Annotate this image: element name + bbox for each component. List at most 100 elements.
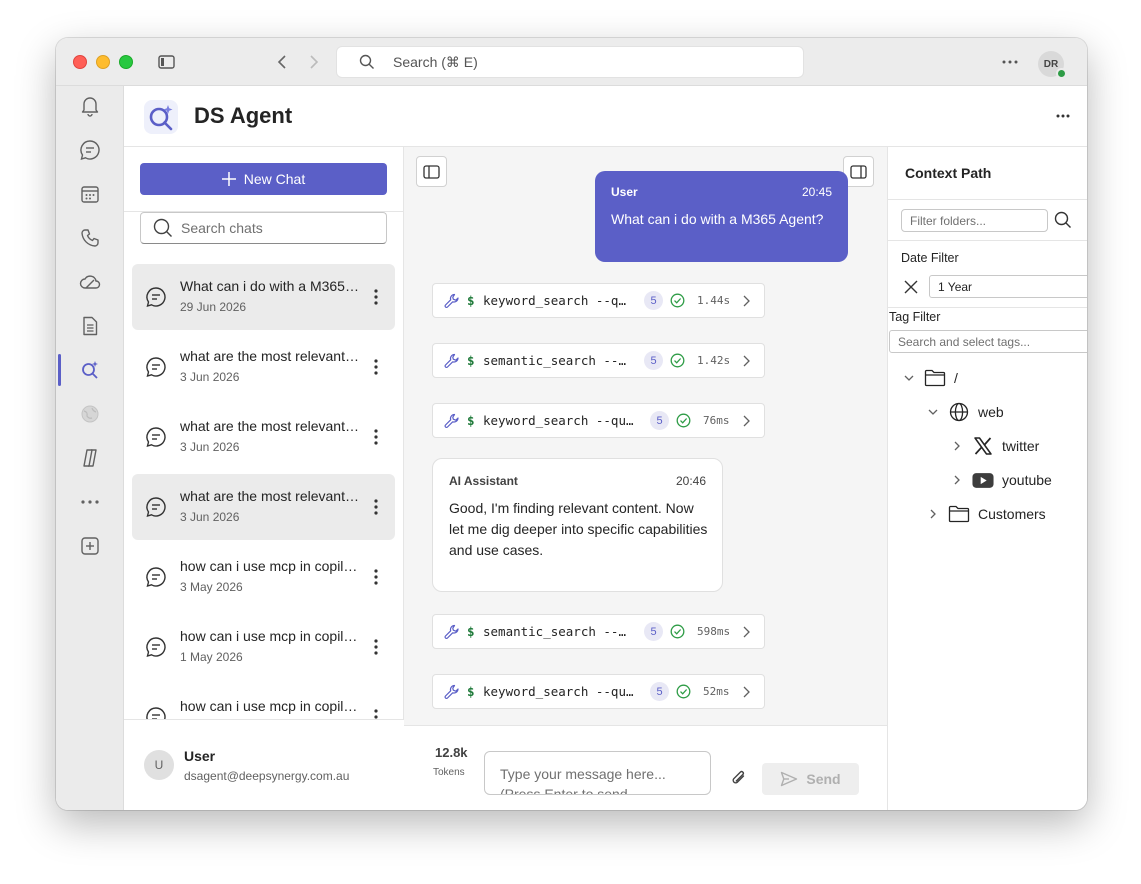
avatar-initials: DR — [1043, 58, 1059, 70]
activity-bell-icon[interactable] — [56, 86, 124, 126]
cloud-icon[interactable] — [56, 262, 124, 302]
tool-call-row[interactable]: $ keyword_search --query 5 1.44s — [432, 283, 765, 318]
chat-more-icon[interactable] — [373, 568, 379, 586]
paperclip-icon[interactable] — [729, 768, 749, 788]
tree-node-youtube[interactable]: youtube — [950, 466, 1052, 494]
user-message-bubble: User 20:45 What can i do with a M365 Age… — [595, 171, 848, 262]
divider — [888, 307, 1087, 308]
date-filter-select[interactable]: 1 Year — [929, 275, 1087, 298]
tree-node-root[interactable]: / — [902, 364, 958, 392]
chat-more-icon[interactable] — [373, 288, 379, 306]
tag-filter-label: Tag Filter — [889, 310, 941, 324]
chat-title: what are the most relevant features? — [180, 348, 362, 364]
result-count-badge: 5 — [644, 291, 663, 310]
send-button[interactable]: Send — [762, 763, 859, 795]
message-sender: AI Assistant — [449, 474, 518, 488]
check-circle-icon — [676, 684, 691, 699]
ds-agent-app-icon[interactable] — [56, 350, 124, 390]
profile-avatar[interactable]: DR — [1038, 51, 1067, 79]
app-rail — [56, 86, 124, 810]
global-search-bar[interactable]: Search (⌘ E) — [336, 46, 804, 78]
global-search-placeholder: Search (⌘ E) — [393, 53, 478, 70]
tool-call-row[interactable]: $ keyword_search --query 5 76ms — [432, 403, 765, 438]
token-label: Tokens — [433, 767, 465, 778]
toggle-chat-list-button[interactable] — [416, 156, 447, 187]
tag-filter-input[interactable]: Search and select tags... — [889, 330, 1087, 353]
tree-node-label: youtube — [1002, 472, 1052, 488]
tree-node-twitter[interactable]: twitter — [950, 432, 1039, 460]
header-more-icon[interactable] — [1053, 106, 1073, 126]
calendar-icon[interactable] — [56, 174, 124, 214]
more-options-icon[interactable] — [1000, 52, 1020, 72]
folder-icon — [924, 367, 946, 389]
clear-date-filter-icon[interactable] — [904, 280, 918, 294]
chat-list-item[interactable]: what are the most relevant features? 3 J… — [132, 404, 395, 470]
message-text: What can i do with a M365 Agent? — [611, 211, 824, 227]
chat-icon[interactable] — [56, 130, 124, 170]
chevron-down-icon[interactable] — [902, 371, 916, 385]
globe-icon — [948, 401, 970, 423]
assistant-message-bubble: AI Assistant 20:46 Good, I'm finding rel… — [432, 458, 723, 592]
chat-date: 1 May 2026 — [180, 650, 243, 664]
document-icon[interactable] — [56, 306, 124, 346]
chat-list-item[interactable]: what are the most relevant features? 3 J… — [132, 334, 395, 400]
chat-more-icon[interactable] — [373, 638, 379, 656]
chevron-down-icon[interactable] — [926, 405, 940, 419]
close-window-button[interactable] — [73, 55, 87, 69]
add-app-icon[interactable] — [56, 526, 124, 566]
new-chat-label: New Chat — [243, 171, 306, 187]
chat-list-item[interactable]: what are the most relevant features? 3 J… — [132, 474, 395, 540]
presence-available-icon — [1056, 68, 1067, 79]
app-window: Search (⌘ E) DR DS Agent New Chat Search… — [56, 38, 1087, 810]
tool-call-row[interactable]: $ semantic_search --query 5 1.42s — [432, 343, 765, 378]
chat-more-icon[interactable] — [373, 428, 379, 446]
user-profile-footer[interactable]: U User dsagent@deepsynergy.com.au — [124, 719, 404, 810]
chat-title: what are the most relevant features? — [180, 418, 362, 434]
tree-node-customers[interactable]: Customers — [926, 500, 1046, 528]
sidebar-left-icon — [423, 164, 440, 179]
tool-call-row[interactable]: $ keyword_search --query 5 52ms — [432, 674, 765, 709]
more-apps-icon[interactable] — [56, 482, 124, 522]
chat-list-item[interactable]: how can i use mcp in copilot? 3 May 2026 — [132, 544, 395, 610]
chat-list-item[interactable]: how can i use mcp in copilot? 1 May 2026 — [132, 614, 395, 680]
copilot-icon[interactable] — [56, 438, 124, 478]
new-chat-button[interactable]: New Chat — [140, 163, 387, 195]
search-chats-input[interactable]: Search chats — [140, 212, 387, 244]
zoom-window-button[interactable] — [119, 55, 133, 69]
chat-date: 3 Jun 2026 — [180, 510, 240, 524]
message-input[interactable]: Type your message here... (Press Enter t… — [484, 751, 711, 795]
chevron-right-icon[interactable] — [926, 507, 940, 521]
chat-list-item[interactable]: What can i do with a M365 Agent? 29 Jun … — [132, 264, 395, 330]
minimize-window-button[interactable] — [96, 55, 110, 69]
chat-list: What can i do with a M365 Agent? 29 Jun … — [124, 259, 404, 719]
chevron-right-icon — [740, 294, 752, 308]
chat-more-icon[interactable] — [373, 708, 379, 719]
tool-duration: 76ms — [703, 414, 730, 427]
title-bar: Search (⌘ E) DR — [56, 38, 1087, 86]
sidebar-toggle-icon[interactable] — [156, 52, 176, 72]
search-icon — [359, 54, 393, 70]
folder-icon — [948, 503, 970, 525]
tool-command: semantic_search --query — [483, 624, 633, 639]
tool-duration: 1.44s — [697, 294, 731, 307]
back-arrow-icon[interactable] — [272, 52, 292, 72]
chat-title: how can i use mcp in copilot? — [180, 698, 362, 714]
chevron-right-icon[interactable] — [950, 473, 964, 487]
filter-folders-input[interactable]: Filter folders... — [901, 209, 1048, 232]
tool-call-row[interactable]: $ semantic_search --query 5 598ms — [432, 614, 765, 649]
conversation-panel: User 20:45 What can i do with a M365 Age… — [404, 147, 887, 810]
chat-list-item[interactable]: how can i use mcp in copilot? — [132, 684, 395, 719]
search-icon[interactable] — [1054, 211, 1072, 229]
chat-more-icon[interactable] — [373, 358, 379, 376]
message-text: Good, I'm finding relevant content. Now … — [449, 500, 708, 558]
forward-arrow-icon[interactable] — [304, 52, 324, 72]
plus-icon — [221, 172, 236, 186]
globe-icon[interactable] — [56, 394, 124, 434]
tree-node-label: Customers — [978, 506, 1046, 522]
chat-more-icon[interactable] — [373, 498, 379, 516]
chevron-right-icon[interactable] — [950, 439, 964, 453]
chat-bubble-icon — [144, 285, 168, 309]
phone-icon[interactable] — [56, 218, 124, 258]
tree-node-web[interactable]: web — [926, 398, 1004, 426]
tree-node-label: twitter — [1002, 438, 1040, 454]
